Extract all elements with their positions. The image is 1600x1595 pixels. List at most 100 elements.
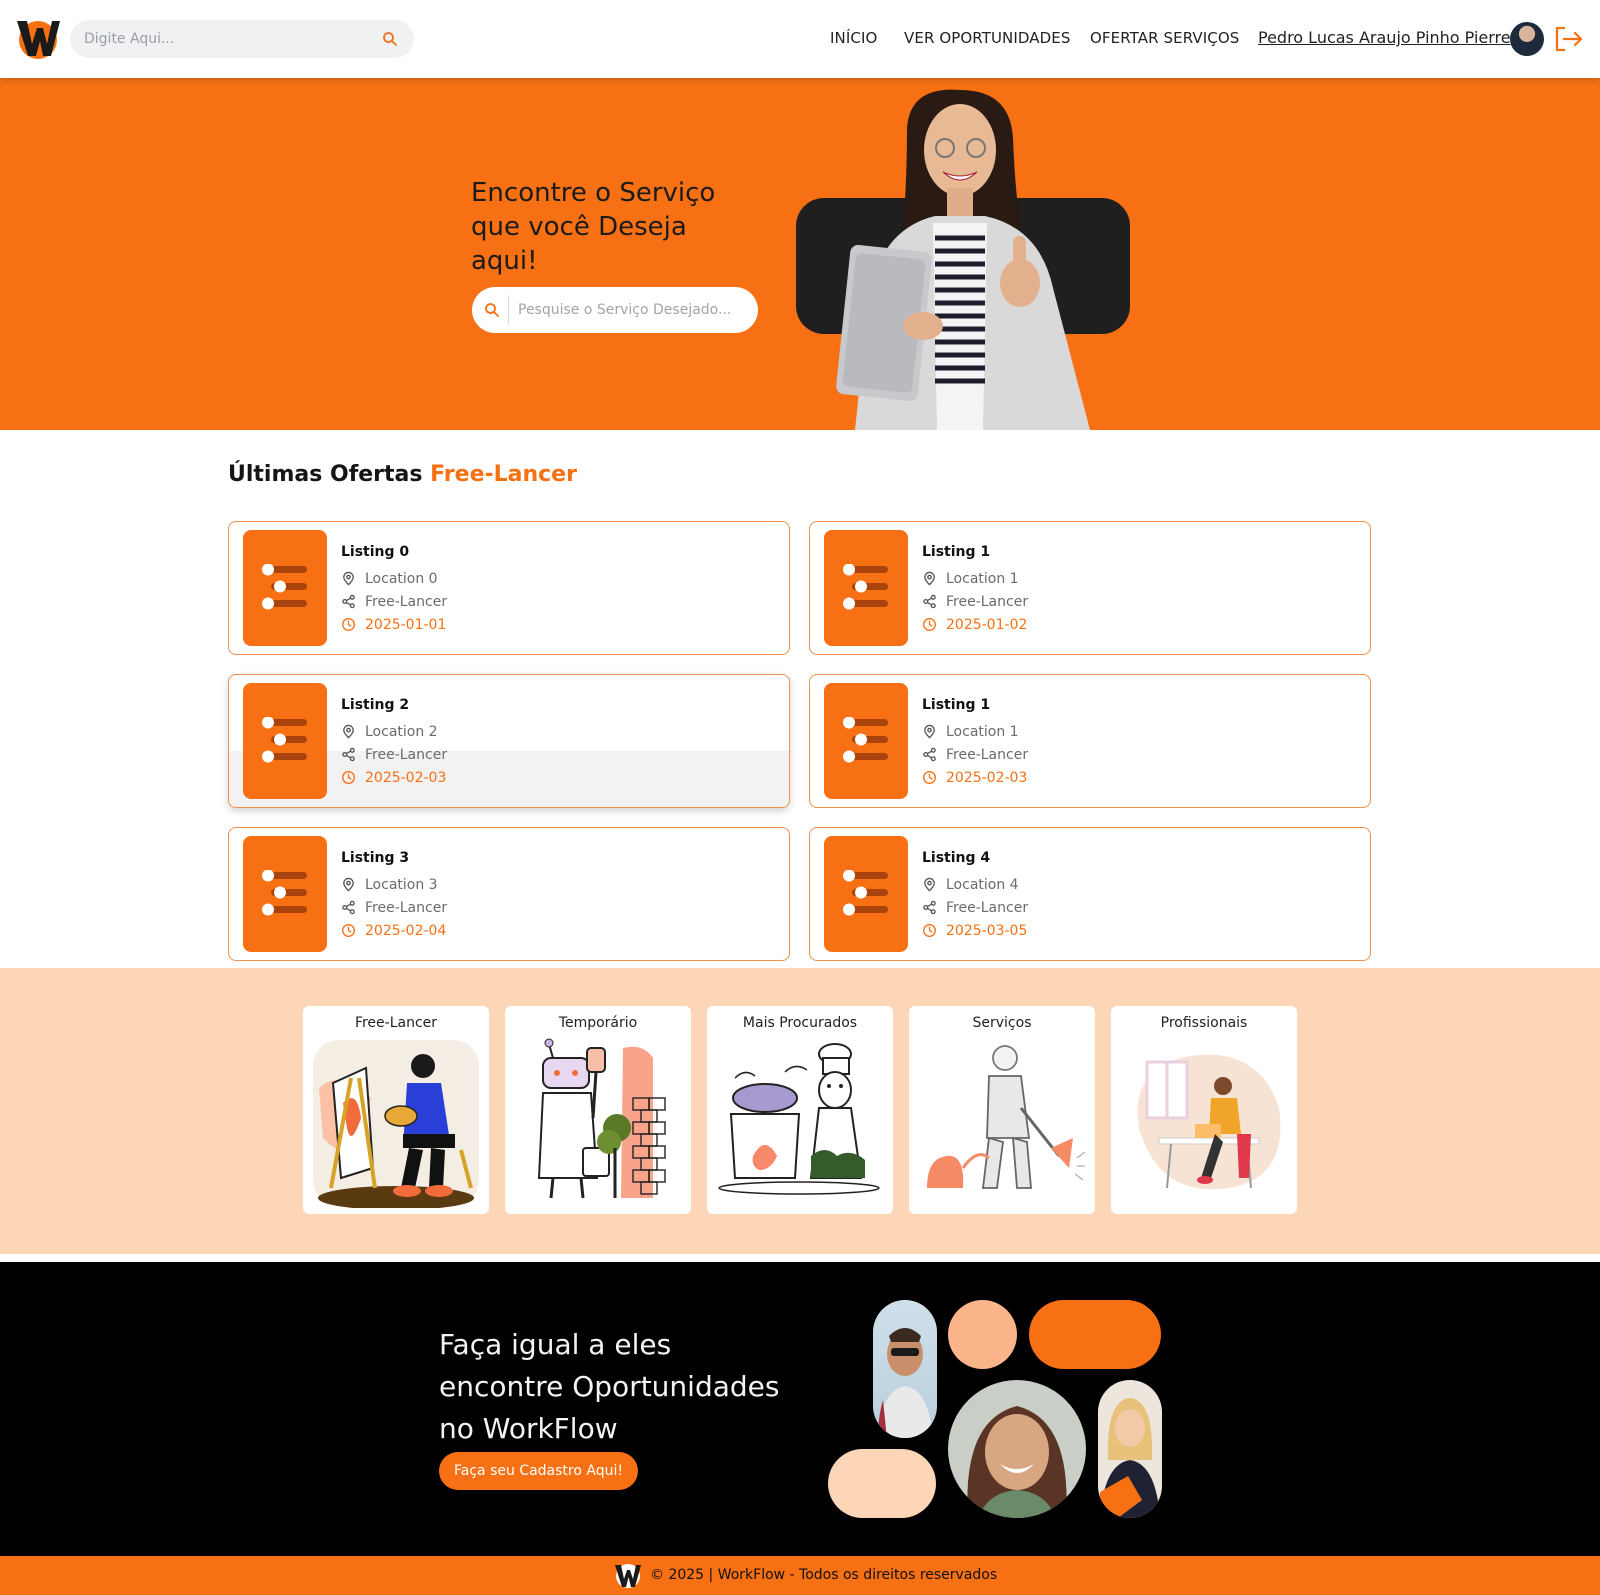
decorative-pill: [1029, 1300, 1161, 1369]
clock-icon: [923, 771, 936, 784]
offer-thumbnail: [243, 683, 327, 799]
category-label: Profissionais: [1160, 1015, 1248, 1031]
search-icon[interactable]: [382, 31, 398, 47]
offer-thumbnail: [824, 683, 908, 799]
clock-icon: [342, 618, 355, 631]
user-avatar[interactable]: [1510, 22, 1544, 56]
offer-card[interactable]: Listing 1 Location 1 Free-Lancer 2025-02-03: [809, 674, 1371, 808]
share-icon: [342, 747, 355, 762]
offer-type: Free-Lancer: [341, 590, 447, 613]
professional-illustration: [1137, 1054, 1281, 1190]
offer-date-text: 2025-02-04: [365, 922, 447, 939]
logout-icon[interactable]: [1553, 24, 1585, 54]
offer-thumbnail: [243, 530, 327, 646]
offer-location-text: Location 2: [365, 723, 438, 740]
clock-icon: [342, 771, 355, 784]
offer-date-text: 2025-03-05: [946, 922, 1028, 939]
share-icon: [923, 900, 936, 915]
chef-illustration: [718, 1043, 880, 1195]
offer-title: Listing 0: [341, 544, 410, 560]
offer-location-text: Location 3: [365, 876, 438, 893]
top-navbar: INÍCIO VER OPORTUNIDADES OFERTAR SERVIÇO…: [0, 0, 1600, 78]
offer-title: Listing 3: [341, 850, 410, 866]
location-pin-icon: [343, 571, 354, 586]
hero-search: [472, 287, 758, 333]
search-divider: [508, 295, 509, 325]
category-card-profissionais[interactable]: Profissionais: [1111, 1006, 1297, 1214]
category-label: Free-Lancer: [354, 1015, 438, 1031]
offer-date: 2025-02-03: [922, 766, 1028, 789]
offer-title: Listing 1: [922, 544, 991, 560]
offer-date: 2025-02-03: [341, 766, 447, 789]
hero-banner: Encontre o Serviço que você Deseja aqui!: [0, 78, 1600, 430]
location-pin-icon: [924, 724, 935, 739]
offer-type-text: Free-Lancer: [946, 746, 1029, 763]
header-search-input[interactable]: [84, 20, 364, 58]
clock-icon: [923, 618, 936, 631]
offer-details: Listing 0 Location 0 Free-Lancer 2025-01-01: [341, 544, 447, 636]
share-icon: [923, 747, 936, 762]
share-icon: [923, 594, 936, 609]
hero-search-input[interactable]: [518, 287, 746, 333]
offer-type: Free-Lancer: [341, 743, 447, 766]
offer-location-text: Location 1: [946, 570, 1019, 587]
offer-thumbnail: [243, 836, 327, 952]
offer-type: Free-Lancer: [922, 743, 1028, 766]
offer-type-text: Free-Lancer: [946, 593, 1029, 610]
header-search: [70, 20, 414, 58]
cta-headline: Faça igual a eles encontre Oportunidades…: [439, 1328, 780, 1445]
category-label: Temporário: [558, 1015, 638, 1031]
list-icon: [262, 564, 307, 610]
clock-icon: [342, 924, 355, 937]
offer-card[interactable]: Listing 2 Location 2 Free-Lancer 2025-02-03: [228, 674, 790, 808]
offer-card[interactable]: Listing 4 Location 4 Free-Lancer 2025-03-05: [809, 827, 1371, 961]
offer-location: Location 2: [341, 720, 447, 743]
workflow-footer-logo: [615, 1564, 641, 1588]
offer-type: Free-Lancer: [922, 896, 1028, 919]
offer-title: Listing 1: [922, 697, 991, 713]
offer-location: Location 3: [341, 873, 447, 896]
offer-date-text: 2025-01-01: [365, 616, 447, 633]
nav-ver-oportunidades[interactable]: VER OPORTUNIDADES: [904, 29, 1071, 47]
search-icon[interactable]: [484, 302, 500, 318]
person-photo-blonde: [1098, 1380, 1162, 1518]
offer-location-text: Location 0: [365, 570, 438, 587]
offer-details: Listing 3 Location 3 Free-Lancer 2025-02-04: [341, 850, 447, 942]
location-pin-icon: [924, 571, 935, 586]
nav-ofertar-servicos[interactable]: OFERTAR SERVIÇOS: [1090, 29, 1239, 47]
footer-copyright: © 2025 | WorkFlow - Todos os direitos re…: [650, 1567, 998, 1583]
offers-title-accent: Free-Lancer: [430, 462, 577, 487]
category-card-mais-procurados[interactable]: Mais Procurados: [707, 1006, 893, 1214]
offer-location: Location 1: [922, 567, 1028, 590]
workflow-logo[interactable]: [14, 16, 62, 60]
list-icon: [843, 870, 888, 916]
offer-details: Listing 1 Location 1 Free-Lancer 2025-01-02: [922, 544, 1028, 636]
hero-woman-image: [836, 89, 1090, 430]
offer-date: 2025-01-02: [922, 613, 1028, 636]
register-button[interactable]: Faça seu Cadastro Aqui!: [439, 1452, 638, 1490]
cleaner-illustration: [927, 1045, 1086, 1189]
offer-location-text: Location 1: [946, 723, 1019, 740]
category-card-temporario[interactable]: Temporário: [505, 1006, 691, 1214]
nav-inicio[interactable]: INÍCIO: [830, 29, 877, 47]
category-card-free-lancer[interactable]: Free-Lancer: [303, 1006, 489, 1214]
offer-date-text: 2025-01-02: [946, 616, 1028, 633]
offer-type-text: Free-Lancer: [946, 899, 1029, 916]
offer-title: Listing 4: [922, 850, 991, 866]
offer-card[interactable]: Listing 3 Location 3 Free-Lancer 2025-02-04: [228, 827, 790, 961]
decorative-circle: [948, 1300, 1017, 1369]
offer-location: Location 1: [922, 720, 1028, 743]
offer-card[interactable]: Listing 0 Location 0 Free-Lancer 2025-01-01: [228, 521, 790, 655]
offer-card[interactable]: Listing 1 Location 1 Free-Lancer 2025-01-02: [809, 521, 1371, 655]
offer-date-text: 2025-02-03: [365, 769, 447, 786]
clock-icon: [923, 924, 936, 937]
offers-section-title: Últimas Ofertas Free-Lancer: [228, 462, 577, 487]
categories-section: Free-Lancer Temporário Mais Procurados S…: [0, 968, 1600, 1254]
user-profile-link[interactable]: Pedro Lucas Araujo Pinho Pierre: [1258, 28, 1511, 47]
offer-date: 2025-03-05: [922, 919, 1028, 942]
location-pin-icon: [343, 724, 354, 739]
offer-type: Free-Lancer: [341, 896, 447, 919]
category-label: Mais Procurados: [742, 1015, 858, 1031]
painter-illustration: [313, 1040, 479, 1208]
category-card-servicos[interactable]: Serviços: [909, 1006, 1095, 1214]
